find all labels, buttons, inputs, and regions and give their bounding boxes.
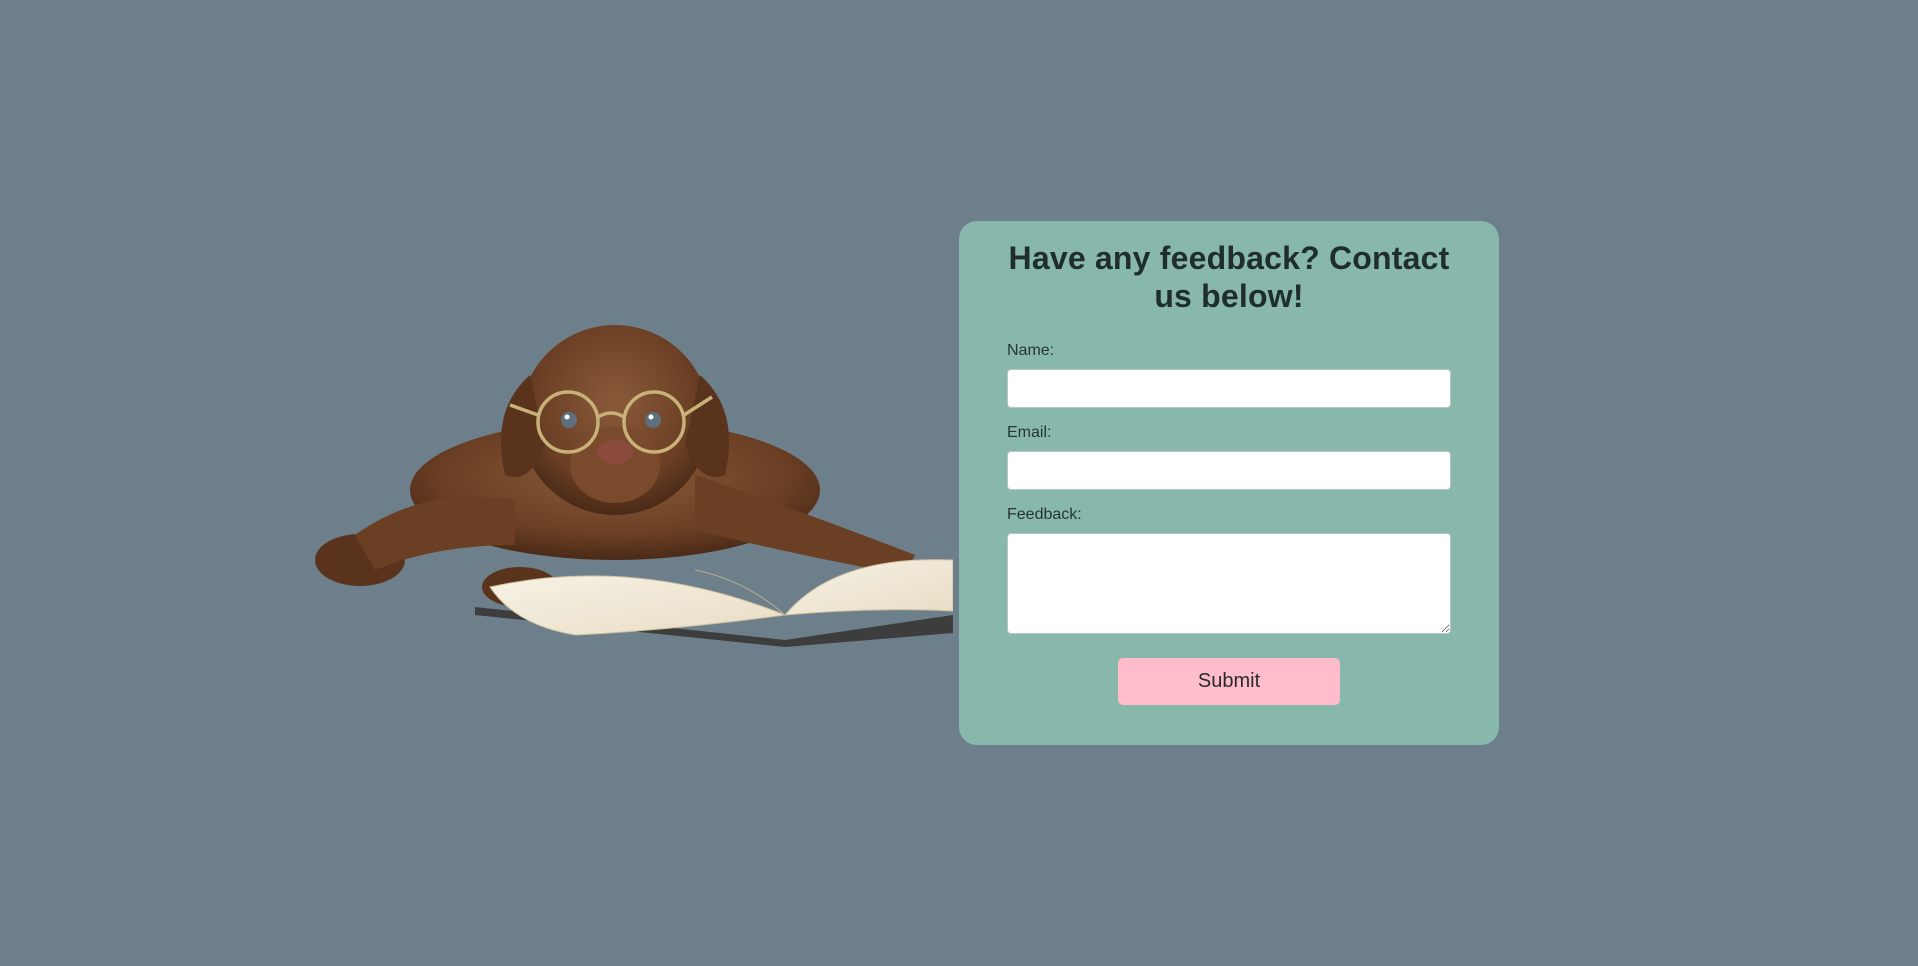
puppy-nose — [597, 440, 633, 464]
open-book — [475, 559, 953, 647]
name-input[interactable] — [1007, 369, 1451, 408]
feedback-textarea[interactable] — [1007, 533, 1451, 634]
page: Have any feedback? Contact us below! Nam… — [0, 0, 1918, 966]
feedback-form-card: Have any feedback? Contact us below! Nam… — [959, 221, 1499, 745]
email-input[interactable] — [1007, 451, 1451, 490]
feedback-form: Name: Email: Feedback: Submit — [1007, 342, 1451, 705]
submit-button[interactable]: Submit — [1118, 658, 1340, 705]
form-title: Have any feedback? Contact us below! — [1008, 240, 1450, 314]
email-label: Email: — [1007, 424, 1052, 441]
feedback-label: Feedback: — [1007, 506, 1082, 523]
submit-container: Submit — [1007, 658, 1451, 705]
puppy-reading-book-image — [315, 325, 953, 647]
name-label: Name: — [1007, 342, 1055, 359]
